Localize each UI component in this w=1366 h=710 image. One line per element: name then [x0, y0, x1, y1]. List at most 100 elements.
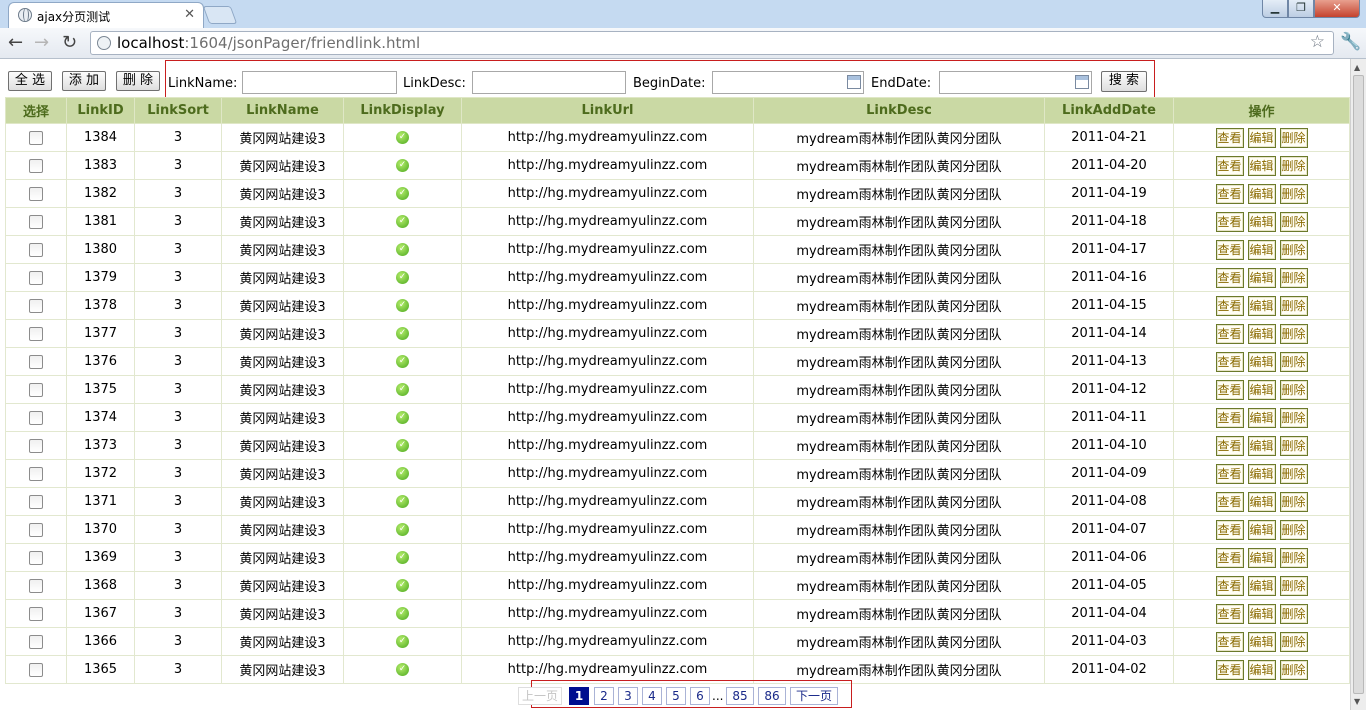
row-delete-button[interactable]: 删除 [1279, 463, 1308, 484]
row-delete-button[interactable]: 删除 [1279, 547, 1308, 568]
edit-button[interactable]: 编辑 [1247, 267, 1276, 288]
row-checkbox[interactable] [29, 130, 43, 145]
row-checkbox[interactable] [29, 158, 43, 173]
pager-page-2[interactable]: 2 [594, 687, 614, 705]
browser-tab[interactable]: ajax分页测试 ✕ [8, 2, 204, 28]
row-delete-button[interactable]: 删除 [1279, 295, 1308, 316]
view-button[interactable]: 查看 [1215, 127, 1244, 148]
begin-date-input[interactable] [712, 71, 864, 94]
row-delete-button[interactable]: 删除 [1279, 267, 1308, 288]
pager-prev-button[interactable]: 上一页 [518, 687, 562, 705]
row-checkbox[interactable] [29, 410, 43, 425]
row-checkbox[interactable] [29, 298, 43, 313]
row-delete-button[interactable]: 删除 [1279, 631, 1308, 652]
pager-page-4[interactable]: 4 [642, 687, 662, 705]
view-button[interactable]: 查看 [1215, 239, 1244, 260]
row-delete-button[interactable]: 删除 [1279, 519, 1308, 540]
tab-close-icon[interactable]: ✕ [184, 7, 195, 22]
scroll-down-arrow-icon[interactable]: ▼ [1354, 697, 1360, 706]
row-delete-button[interactable]: 删除 [1279, 575, 1308, 596]
row-checkbox[interactable] [29, 354, 43, 369]
view-button[interactable]: 查看 [1215, 155, 1244, 176]
scrollbar-thumb[interactable] [1353, 75, 1364, 694]
view-button[interactable]: 查看 [1215, 295, 1244, 316]
link-desc-input[interactable] [472, 71, 626, 94]
row-delete-button[interactable]: 删除 [1279, 351, 1308, 372]
back-arrow-icon[interactable]: ← [8, 32, 23, 53]
row-delete-button[interactable]: 删除 [1279, 379, 1308, 400]
edit-button[interactable]: 编辑 [1247, 575, 1276, 596]
edit-button[interactable]: 编辑 [1247, 519, 1276, 540]
edit-button[interactable]: 编辑 [1247, 379, 1276, 400]
new-tab-button[interactable] [202, 6, 238, 24]
edit-button[interactable]: 编辑 [1247, 491, 1276, 512]
view-button[interactable]: 查看 [1215, 631, 1244, 652]
window-minimize-button[interactable]: ▁ [1262, 0, 1288, 18]
view-button[interactable]: 查看 [1215, 183, 1244, 204]
row-delete-button[interactable]: 删除 [1279, 239, 1308, 260]
edit-button[interactable]: 编辑 [1247, 127, 1276, 148]
edit-button[interactable]: 编辑 [1247, 631, 1276, 652]
row-checkbox[interactable] [29, 270, 43, 285]
view-button[interactable]: 查看 [1215, 407, 1244, 428]
delete-button[interactable]: 删 除 [116, 71, 160, 91]
view-button[interactable]: 查看 [1215, 659, 1244, 680]
row-delete-button[interactable]: 删除 [1279, 127, 1308, 148]
row-checkbox[interactable] [29, 214, 43, 229]
address-bar[interactable]: localhost:1604/jsonPager/friendlink.html… [90, 31, 1334, 55]
row-checkbox[interactable] [29, 662, 43, 677]
row-checkbox[interactable] [29, 494, 43, 509]
forward-arrow-icon[interactable]: → [34, 32, 49, 53]
edit-button[interactable]: 编辑 [1247, 211, 1276, 232]
pager-page-1[interactable]: 1 [569, 687, 589, 705]
edit-button[interactable]: 编辑 [1247, 407, 1276, 428]
view-button[interactable]: 查看 [1215, 211, 1244, 232]
url-text[interactable]: localhost:1604/jsonPager/friendlink.html [117, 34, 420, 52]
row-checkbox[interactable] [29, 606, 43, 621]
scroll-up-arrow-icon[interactable]: ▲ [1354, 63, 1360, 72]
row-delete-button[interactable]: 删除 [1279, 435, 1308, 456]
pager-page-6[interactable]: 6 [690, 687, 710, 705]
row-delete-button[interactable]: 删除 [1279, 183, 1308, 204]
row-checkbox[interactable] [29, 326, 43, 341]
add-button[interactable]: 添 加 [62, 71, 106, 91]
pager-next-button[interactable]: 下一页 [790, 687, 838, 705]
edit-button[interactable]: 编辑 [1247, 435, 1276, 456]
calendar-icon[interactable] [847, 75, 861, 89]
row-checkbox[interactable] [29, 466, 43, 481]
edit-button[interactable]: 编辑 [1247, 603, 1276, 624]
edit-button[interactable]: 编辑 [1247, 659, 1276, 680]
pager-page-3[interactable]: 3 [618, 687, 638, 705]
pager-page-86[interactable]: 86 [758, 687, 786, 705]
view-button[interactable]: 查看 [1215, 435, 1244, 456]
view-button[interactable]: 查看 [1215, 463, 1244, 484]
row-delete-button[interactable]: 删除 [1279, 659, 1308, 680]
row-delete-button[interactable]: 删除 [1279, 603, 1308, 624]
edit-button[interactable]: 编辑 [1247, 351, 1276, 372]
edit-button[interactable]: 编辑 [1247, 323, 1276, 344]
select-all-button[interactable]: 全 选 [8, 71, 52, 91]
bookmark-star-icon[interactable]: ☆ [1310, 32, 1325, 52]
row-delete-button[interactable]: 删除 [1279, 407, 1308, 428]
row-checkbox[interactable] [29, 242, 43, 257]
edit-button[interactable]: 编辑 [1247, 183, 1276, 204]
row-checkbox[interactable] [29, 438, 43, 453]
window-close-button[interactable]: ✕ [1314, 0, 1360, 18]
row-checkbox[interactable] [29, 578, 43, 593]
link-name-input[interactable] [242, 71, 397, 94]
view-button[interactable]: 查看 [1215, 519, 1244, 540]
view-button[interactable]: 查看 [1215, 351, 1244, 372]
view-button[interactable]: 查看 [1215, 603, 1244, 624]
row-delete-button[interactable]: 删除 [1279, 491, 1308, 512]
row-checkbox[interactable] [29, 634, 43, 649]
pager-page-85[interactable]: 85 [726, 687, 754, 705]
view-button[interactable]: 查看 [1215, 323, 1244, 344]
row-delete-button[interactable]: 删除 [1279, 211, 1308, 232]
view-button[interactable]: 查看 [1215, 267, 1244, 288]
search-button[interactable]: 搜 索 [1101, 71, 1147, 92]
reload-icon[interactable]: ↻ [62, 32, 77, 53]
row-checkbox[interactable] [29, 186, 43, 201]
view-button[interactable]: 查看 [1215, 491, 1244, 512]
edit-button[interactable]: 编辑 [1247, 547, 1276, 568]
wrench-menu-icon[interactable]: 🔧 [1340, 32, 1361, 52]
